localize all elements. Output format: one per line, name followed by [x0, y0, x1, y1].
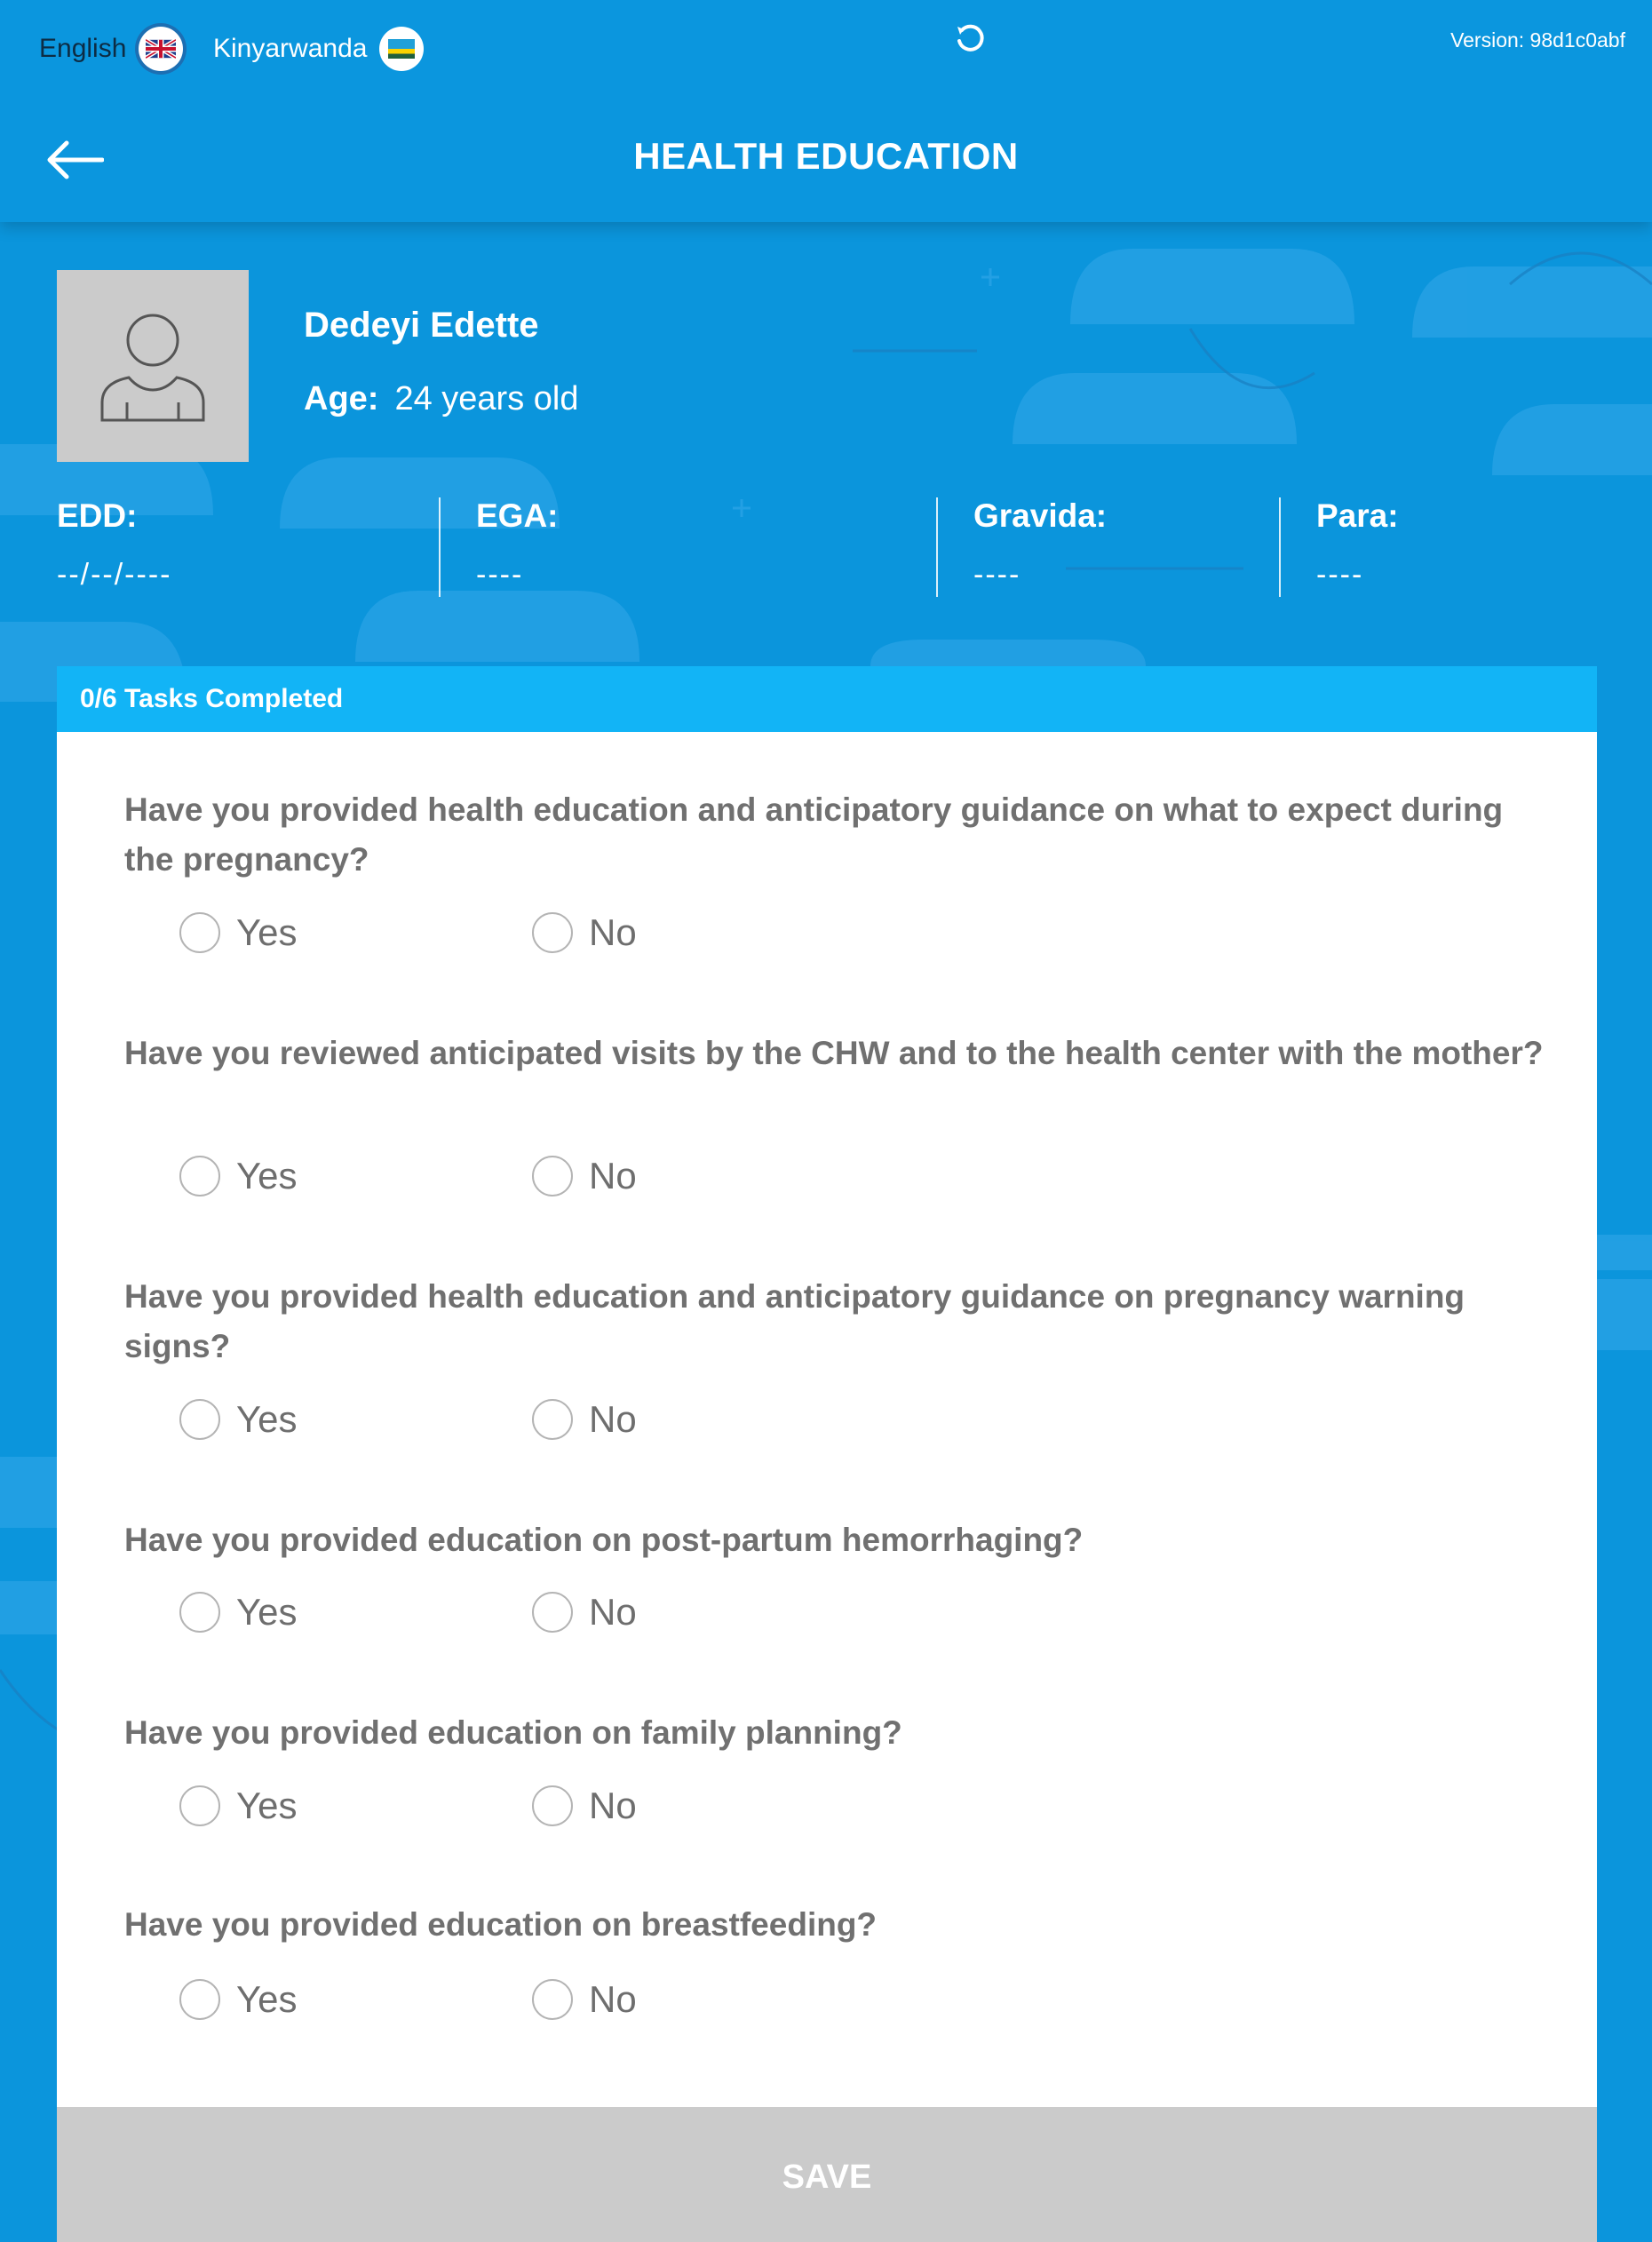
tasks-progress-label: 0/6 Tasks Completed	[80, 684, 344, 713]
patient-avatar	[57, 270, 249, 462]
question-text: Have you provided education on family pl…	[124, 1714, 902, 1751]
option-no[interactable]: No	[532, 1155, 885, 1197]
stat-ega: EGA: ----	[476, 497, 559, 592]
question-options: Yes No	[179, 1591, 885, 1634]
question-options: Yes No	[179, 1785, 885, 1827]
radio-button[interactable]	[179, 1592, 220, 1633]
radio-button[interactable]	[532, 912, 573, 953]
option-no[interactable]: No	[532, 1978, 885, 2021]
option-no[interactable]: No	[532, 1591, 885, 1634]
question-options: Yes No	[179, 1398, 885, 1441]
radio-button[interactable]	[179, 912, 220, 953]
language-kinyarwanda[interactable]: Kinyarwanda	[213, 27, 425, 71]
refresh-icon[interactable]	[950, 20, 989, 59]
stat-gravida-value: ----	[973, 558, 1021, 592]
stat-ega-value: ----	[476, 558, 524, 592]
patient-age: Age: 24 years old	[304, 380, 578, 418]
option-label: Yes	[236, 1591, 298, 1633]
question-text: Have you reviewed anticipated visits by …	[124, 1035, 1544, 1071]
question-options: Yes No	[179, 1978, 885, 2021]
option-yes[interactable]: Yes	[179, 1398, 532, 1441]
save-button-label: SAVE	[782, 2158, 872, 2196]
radio-button[interactable]	[179, 1399, 220, 1440]
option-label: No	[589, 1978, 637, 2020]
option-yes[interactable]: Yes	[179, 1591, 532, 1634]
top-bar: English Kinyarwanda Version: 98d1c0abf H…	[0, 0, 1652, 222]
option-yes[interactable]: Yes	[179, 1785, 532, 1827]
option-label: Yes	[236, 1785, 298, 1826]
option-label: No	[589, 911, 637, 953]
rwanda-flag-icon	[379, 27, 425, 71]
option-yes[interactable]: Yes	[179, 1978, 532, 2021]
option-label: Yes	[236, 911, 298, 953]
patient-name: Dedeyi Edette	[304, 306, 539, 345]
question-text: Have you provided health education and a…	[124, 791, 1504, 878]
stat-edd-label: EDD:	[57, 497, 138, 534]
radio-button[interactable]	[532, 1399, 573, 1440]
option-label: Yes	[236, 1978, 298, 2020]
age-value: 24 years old	[394, 380, 579, 417]
stat-edd-value: --/--/----	[57, 558, 172, 592]
page-title: HEALTH EDUCATION	[633, 135, 1019, 177]
option-label: No	[589, 1785, 637, 1826]
radio-button[interactable]	[532, 1785, 573, 1826]
save-button[interactable]: SAVE	[57, 2107, 1597, 2242]
uk-flag-icon	[139, 27, 184, 71]
option-no[interactable]: No	[532, 1398, 885, 1441]
radio-button[interactable]	[532, 1156, 573, 1197]
language-english[interactable]: English	[39, 27, 184, 71]
radio-button[interactable]	[179, 1156, 220, 1197]
radio-button[interactable]	[179, 1785, 220, 1826]
option-label: No	[589, 1591, 637, 1633]
stat-gravida: Gravida: ----	[973, 497, 1107, 592]
stat-ega-label: EGA:	[476, 497, 559, 534]
radio-button[interactable]	[532, 1592, 573, 1633]
tasks-card: 0/6 Tasks Completed Have you provided he…	[57, 666, 1597, 2242]
option-yes[interactable]: Yes	[179, 911, 532, 954]
stat-para: Para: ----	[1316, 497, 1399, 592]
radio-button[interactable]	[532, 1979, 573, 2020]
divider	[1279, 497, 1281, 597]
option-label: No	[589, 1398, 637, 1440]
option-label: Yes	[236, 1155, 298, 1197]
question-options: Yes No	[179, 911, 885, 954]
question-text: Have you provided health education and a…	[124, 1278, 1465, 1364]
option-label: No	[589, 1155, 637, 1197]
age-label: Age:	[304, 380, 379, 417]
question-options: Yes No	[179, 1155, 885, 1197]
question-text: Have you provided education on breastfee…	[124, 1906, 878, 1943]
stat-gravida-label: Gravida:	[973, 497, 1108, 534]
stat-para-value: ----	[1316, 558, 1364, 592]
language-kinyarwanda-label: Kinyarwanda	[213, 34, 368, 63]
language-english-label: English	[39, 34, 127, 63]
stat-edd: EDD: --/--/----	[57, 497, 171, 592]
option-yes[interactable]: Yes	[179, 1155, 532, 1197]
person-icon	[100, 314, 205, 422]
option-no[interactable]: No	[532, 911, 885, 954]
option-label: Yes	[236, 1398, 298, 1440]
question-text: Have you provided education on post-part…	[124, 1522, 1084, 1558]
option-no[interactable]: No	[532, 1785, 885, 1827]
version-text: Version: 98d1c0abf	[1450, 28, 1625, 52]
radio-button[interactable]	[179, 1979, 220, 2020]
tasks-progress-bar: 0/6 Tasks Completed	[57, 666, 1597, 732]
divider	[439, 497, 441, 597]
stat-para-label: Para:	[1316, 497, 1399, 534]
divider	[936, 497, 938, 597]
